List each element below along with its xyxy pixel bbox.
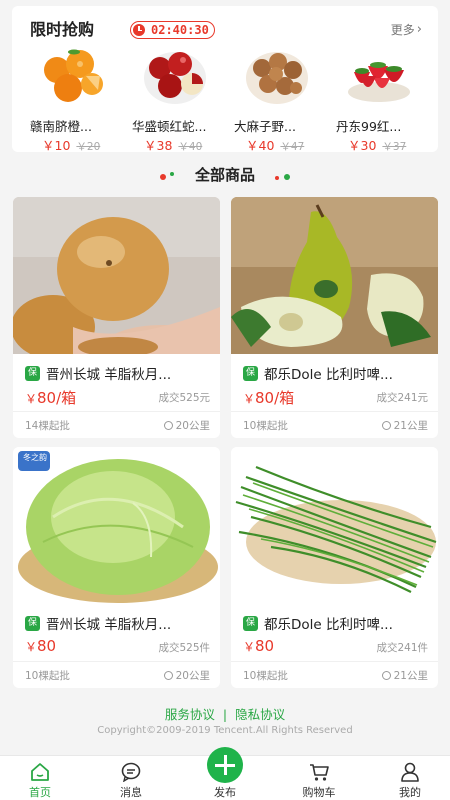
service-agreement-link[interactable]: 服务协议 <box>165 707 215 722</box>
location-icon <box>381 421 391 430</box>
product-price: ￥80/箱 <box>25 389 77 407</box>
tab-cart[interactable]: 购物车 <box>279 756 359 800</box>
guarantee-badge: 保 <box>25 365 40 381</box>
countdown-text: 02:40:30 <box>151 23 209 37</box>
privacy-agreement-link[interactable]: 隐私协议 <box>235 707 285 722</box>
guarantee-badge: 保 <box>25 615 40 631</box>
link-separator: | <box>222 707 228 722</box>
more-link[interactable]: 更多 › <box>391 21 422 38</box>
product-card[interactable]: 保 晋州长城 羊脂秋月... ￥80/箱 成交525元 14棵起批 20公里 <box>13 197 220 438</box>
orange-image <box>44 49 103 102</box>
flash-sale-title: 限时抢购 <box>30 20 95 39</box>
promo-corner-tag: 冬之韵 <box>23 453 47 462</box>
flash-item-name: 丹东99红... <box>336 119 402 134</box>
sold-count: 成交525元 <box>158 392 210 404</box>
decor-dot-icon <box>284 174 290 180</box>
divider <box>231 411 438 412</box>
guarantee-badge: 保 <box>243 615 258 631</box>
divider <box>13 661 220 662</box>
copyright-text: Copyright©2009-2019 Tencent.All Rights R… <box>97 725 353 736</box>
flash-item-walnuts[interactable]: 大麻子野... ￥40 ￥47 <box>234 46 329 153</box>
sold-count: 成交241件 <box>376 642 428 654</box>
tab-label: 发布 <box>214 786 236 799</box>
flash-item-price: ￥40 ￥47 <box>246 138 305 153</box>
product-price: ￥80 <box>25 637 57 655</box>
tab-messages[interactable]: 消息 <box>91 756 171 800</box>
all-products-header: 全部商品 <box>0 164 450 186</box>
clock-icon <box>133 24 145 36</box>
product-price: ￥80 <box>243 637 275 655</box>
decor-dot-icon <box>275 176 279 180</box>
tab-label: 购物车 <box>302 786 336 799</box>
user-icon <box>401 762 419 782</box>
tab-label: 我的 <box>399 786 421 799</box>
flash-item-strawberries[interactable]: 丹东99红... ￥30 ￥37 <box>336 46 431 153</box>
guarantee-badge: 保 <box>243 365 258 381</box>
strawberry-image <box>348 62 410 102</box>
product-name: 保 都乐Dole 比利时啤... <box>243 613 433 633</box>
location-icon <box>163 671 173 680</box>
tab-home[interactable]: 首页 <box>0 756 80 800</box>
footer-links: 服务协议 | 隐私协议 <box>0 704 450 723</box>
decor-dot-icon <box>160 174 166 180</box>
flash-sale-card: 限时抢购 02:40:30 更多 › 赣南脐橙... ￥10 ￥20 华盛顿红蛇… <box>12 6 438 153</box>
asian-pear-image <box>13 197 220 354</box>
min-order: 10棵起批 <box>243 670 288 682</box>
walnut-image <box>246 52 308 104</box>
distance: 21公里 <box>381 668 428 683</box>
product-name: 保 晋州长城 羊脂秋月... <box>25 613 215 633</box>
plus-icon[interactable] <box>207 747 243 783</box>
flash-item-price: ￥30 ￥37 <box>348 138 407 153</box>
chevron-right-icon: › <box>416 22 422 37</box>
product-card[interactable]: 冬之韵 保 晋州长城 羊脂秋月... ￥80 成交525件 10棵起批 20公里 <box>13 447 220 688</box>
divider <box>13 411 220 412</box>
message-icon <box>121 762 141 782</box>
more-label: 更多 <box>390 23 415 37</box>
product-card[interactable]: 保 都乐Dole 比利时啤... ￥80 成交241件 10棵起批 21公里 <box>231 447 438 688</box>
cabbage-image <box>13 447 220 604</box>
all-products-title: 全部商品 <box>194 166 255 184</box>
chives-image <box>231 447 438 604</box>
flash-item-name: 华盛顿红蛇... <box>132 119 207 134</box>
flash-item-apples[interactable]: 华盛顿红蛇... ￥38 ￥40 <box>132 46 227 153</box>
sold-count: 成交241元 <box>376 392 428 404</box>
min-order: 14棵起批 <box>25 420 70 432</box>
tab-label: 消息 <box>120 786 142 799</box>
location-icon <box>163 421 173 430</box>
green-pear-image <box>231 197 438 354</box>
sold-count: 成交525件 <box>158 642 210 654</box>
tab-publish[interactable]: 发布 <box>185 747 265 800</box>
product-name: 保 都乐Dole 比利时啤... <box>243 363 433 383</box>
flash-item-price: ￥38 ￥40 <box>144 138 203 153</box>
cart-icon <box>310 764 329 781</box>
flash-item-price: ￥10 ￥20 <box>42 138 101 153</box>
decor-dot-icon <box>170 172 174 176</box>
product-price: ￥80/箱 <box>243 389 295 407</box>
min-order: 10棵起批 <box>243 420 288 432</box>
product-name: 保 晋州长城 羊脂秋月... <box>25 363 215 383</box>
tab-label: 首页 <box>29 786 51 799</box>
tab-profile[interactable]: 我的 <box>370 756 450 800</box>
flash-item-oranges[interactable]: 赣南脐橙... ￥10 ￥20 <box>30 46 125 153</box>
distance: 20公里 <box>163 668 210 683</box>
min-order: 10棵起批 <box>25 670 70 682</box>
bottom-tab-bar: 首页 消息 发布 购物车 我的 <box>0 747 450 800</box>
location-icon <box>381 671 391 680</box>
distance: 20公里 <box>163 418 210 433</box>
product-card[interactable]: 保 都乐Dole 比利时啤... ￥80/箱 成交241元 10棵起批 21公里 <box>231 197 438 438</box>
apple-image <box>144 52 206 104</box>
countdown-timer: 02:40:30 <box>130 21 215 39</box>
home-icon <box>31 763 49 781</box>
distance: 21公里 <box>381 418 428 433</box>
flash-item-name: 赣南脐橙... <box>30 119 92 134</box>
divider <box>231 661 438 662</box>
flash-item-name: 大麻子野... <box>234 119 296 134</box>
